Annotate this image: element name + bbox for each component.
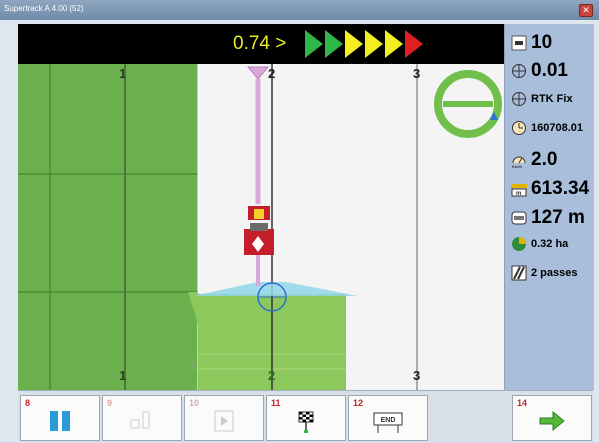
ab-line-button[interactable]: 9 <box>102 395 182 441</box>
play-icon <box>214 410 234 432</box>
cross-track-error: 0.74 > <box>233 33 287 54</box>
speedometer-icon: Km/h <box>511 152 527 169</box>
satellites-value: 10 <box>531 32 553 53</box>
stat-satellites: 10 <box>511 32 552 54</box>
next-button[interactable]: 14 <box>512 395 592 441</box>
steering-arrows-icon <box>305 30 423 58</box>
line-label-top-2: 2 <box>268 66 276 81</box>
lightbar: 0.74 > <box>18 24 504 64</box>
crosshair-icon <box>511 63 527 79</box>
area-value: 0.32 ha <box>531 238 569 250</box>
speed-value: 2.0 <box>531 149 558 170</box>
stat-time: 160708.01 <box>511 120 583 136</box>
precision-value: 0.01 <box>531 60 568 81</box>
pause-icon <box>50 411 70 431</box>
button-number: 10 <box>189 398 200 408</box>
distance-value: 613.34 <box>531 178 590 199</box>
line-distance-value: 127 m <box>531 207 585 228</box>
stat-line-distance: 127 m <box>511 207 585 229</box>
stat-passes: 2 passes <box>511 265 577 281</box>
stat-area: 0.32 ha <box>511 236 568 252</box>
status-panel: 10 0.01 RTK Fix 160708.01 Km/h 2.0 m 613… <box>504 24 594 390</box>
field-map-canvas <box>18 64 502 390</box>
line-label-top-3: 3 <box>413 66 421 81</box>
button-number: 14 <box>517 398 528 408</box>
stat-speed: Km/h 2.0 <box>511 149 557 171</box>
time-value: 160708.01 <box>531 122 583 134</box>
odometer-icon <box>511 210 527 226</box>
end-flag-label: END <box>381 417 396 424</box>
crosshair-icon <box>511 91 527 107</box>
svg-text:m: m <box>516 191 521 197</box>
end-flag-icon: END <box>373 412 403 433</box>
window-titlebar: Supertrack A 4.00 (52) ✕ <box>0 0 599 20</box>
svg-text:Km/h: Km/h <box>512 164 523 168</box>
function-toolbar: 8 9 10 11 12 END 14 <box>18 390 593 443</box>
clock-icon <box>511 120 527 136</box>
ab-line-icon <box>130 411 150 429</box>
arrow-right-icon <box>539 410 565 432</box>
satellite-icon <box>511 35 527 51</box>
checkered-flag-icon <box>298 411 314 433</box>
worked-field-area <box>18 64 198 390</box>
stat-fix: RTK Fix <box>511 91 573 107</box>
button-number: 11 <box>271 398 281 408</box>
button-number: 12 <box>353 398 364 408</box>
window-title: Supertrack A 4.00 (52) <box>4 4 84 13</box>
stat-distance: m 613.34 <box>511 178 589 200</box>
area-icon <box>511 236 527 252</box>
close-window-button[interactable]: ✕ <box>579 4 593 17</box>
pause-button[interactable]: 8 <box>20 395 100 441</box>
ruler-icon: m <box>511 181 527 197</box>
line-label-bottom-1: 1 <box>119 368 127 383</box>
button-number: 9 <box>107 398 113 408</box>
line-label-bottom-3: 3 <box>413 368 421 383</box>
resume-button[interactable]: 10 <box>184 395 264 441</box>
stat-precision: 0.01 <box>511 60 568 82</box>
line-label-top-1: 1 <box>119 66 127 81</box>
line-label-bottom-2: 2 <box>268 368 276 383</box>
passes-icon <box>511 265 527 281</box>
end-flag-button[interactable]: 12 END <box>348 395 428 441</box>
fix-value: RTK Fix <box>531 93 573 105</box>
button-number: 8 <box>25 398 31 408</box>
start-flag-button[interactable]: 11 <box>266 395 346 441</box>
field-map[interactable]: 1 2 3 1 2 3 <box>18 24 504 390</box>
passes-value: 2 passes <box>531 267 578 279</box>
